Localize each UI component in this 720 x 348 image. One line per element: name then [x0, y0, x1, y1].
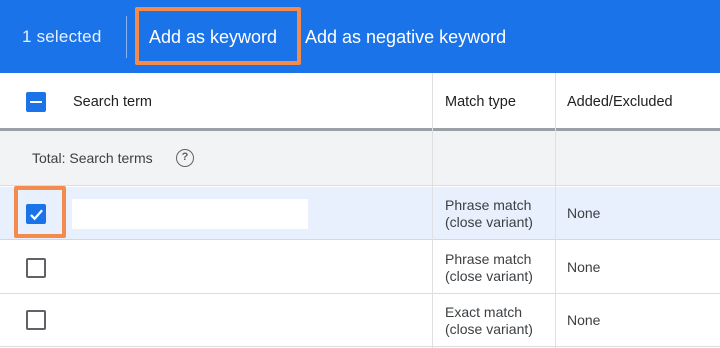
match-type-line: Phrase match — [445, 251, 532, 267]
search-term-cell — [72, 199, 308, 229]
table-row[interactable]: Phrase match (close variant) None — [0, 187, 720, 240]
match-type-cell: Phrase match (close variant) — [445, 197, 533, 231]
column-divider — [432, 73, 433, 348]
add-as-keyword-button[interactable]: Add as keyword — [149, 27, 277, 48]
total-row: Total: Search terms ? — [0, 131, 720, 186]
added-excluded-cell: None — [567, 312, 601, 328]
match-type-variant: (close variant) — [445, 268, 533, 284]
match-type-variant: (close variant) — [445, 214, 533, 230]
help-circle-icon[interactable]: ? — [176, 149, 194, 167]
table-header: Search term Match type Added/Excluded — [0, 73, 720, 130]
row-checkbox-highlight — [14, 186, 66, 238]
selection-action-bar: 1 selected Add as keyword Add as negativ… — [0, 0, 720, 73]
column-header-search-term[interactable]: Search term — [73, 94, 152, 111]
add-as-negative-keyword-button[interactable]: Add as negative keyword — [305, 27, 506, 48]
search-term-cell — [72, 253, 192, 283]
match-type-cell: Exact match (close variant) — [445, 304, 533, 338]
row-checkbox[interactable] — [26, 258, 46, 278]
added-excluded-cell: None — [567, 205, 601, 221]
column-header-match-type[interactable]: Match type — [445, 94, 516, 111]
table-row[interactable]: Phrase match (close variant) None — [0, 241, 720, 294]
select-all-checkbox[interactable] — [26, 92, 46, 112]
match-type-variant: (close variant) — [445, 321, 533, 337]
added-excluded-cell: None — [567, 259, 601, 275]
column-divider — [555, 73, 556, 348]
row-checkbox[interactable] — [26, 310, 46, 330]
match-type-line: Exact match — [445, 304, 523, 320]
search-term-cell — [74, 306, 342, 336]
table-row[interactable]: Exact match (close variant) None — [0, 294, 720, 347]
total-label: Total: Search terms — [32, 150, 153, 166]
match-type-cell: Phrase match (close variant) — [445, 251, 533, 285]
match-type-line: Phrase match — [445, 197, 532, 213]
column-header-added-excluded[interactable]: Added/Excluded — [567, 94, 673, 111]
selected-count: 1 selected — [22, 27, 102, 46]
divider — [126, 16, 127, 58]
